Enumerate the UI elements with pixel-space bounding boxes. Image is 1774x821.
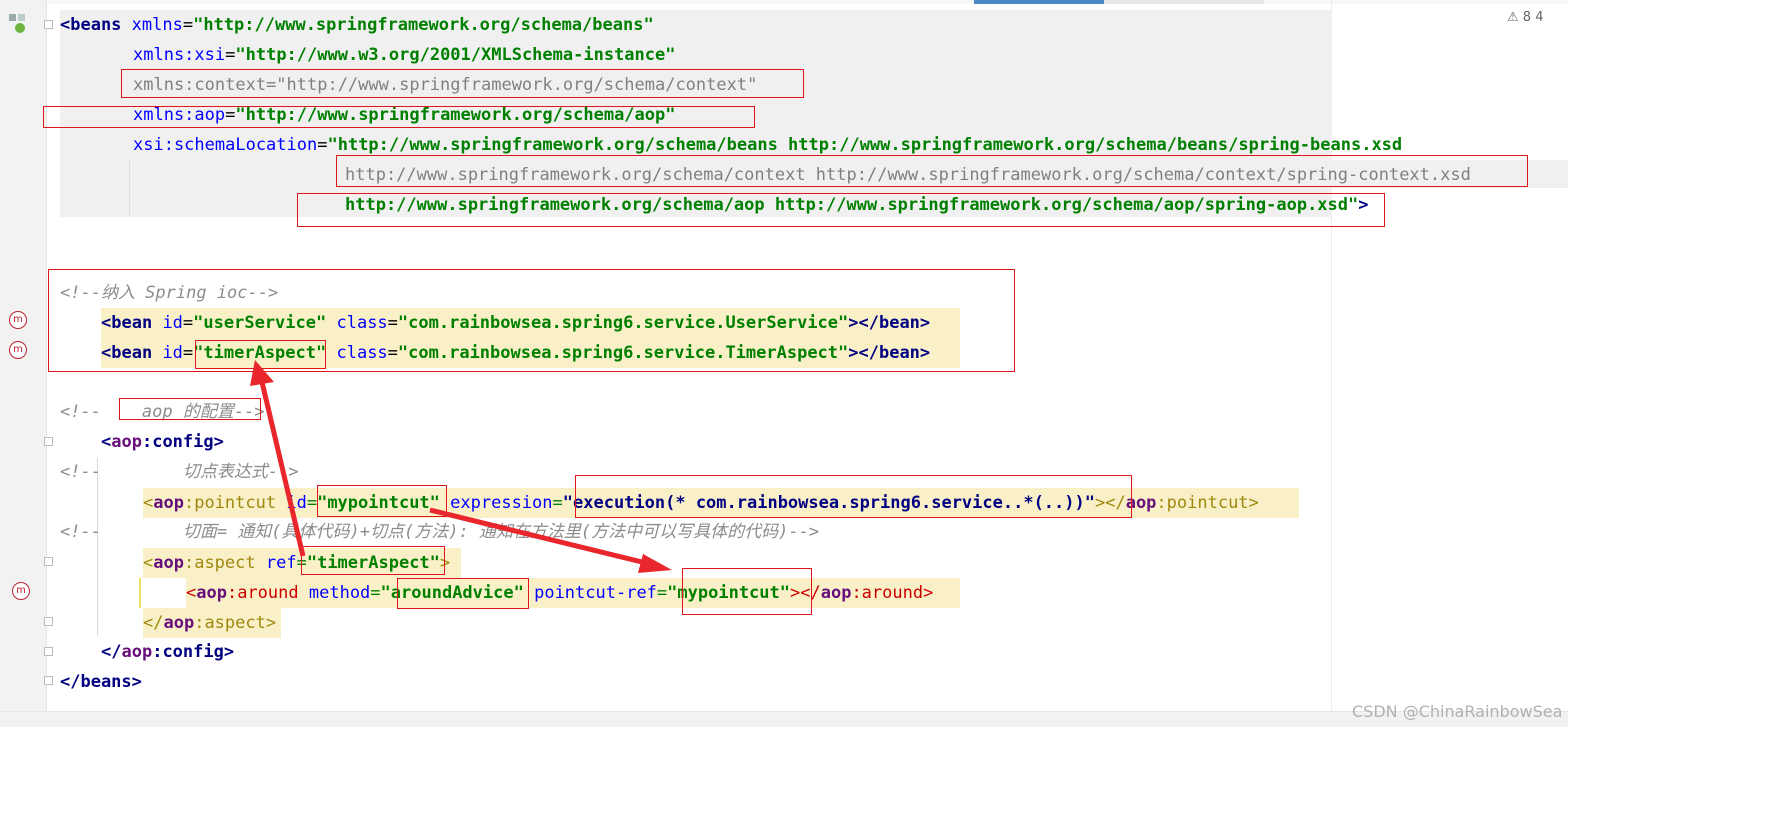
arrow-head-up xyxy=(250,360,274,386)
arrow-line-to-timer-aspect xyxy=(259,381,306,557)
arrow-line-to-pointcut-ref xyxy=(429,507,647,566)
annotation-arrows xyxy=(250,360,672,573)
arrow-head-right xyxy=(638,554,672,573)
csdn-watermark: CSDN @ChinaRainbowSea xyxy=(1352,702,1563,721)
